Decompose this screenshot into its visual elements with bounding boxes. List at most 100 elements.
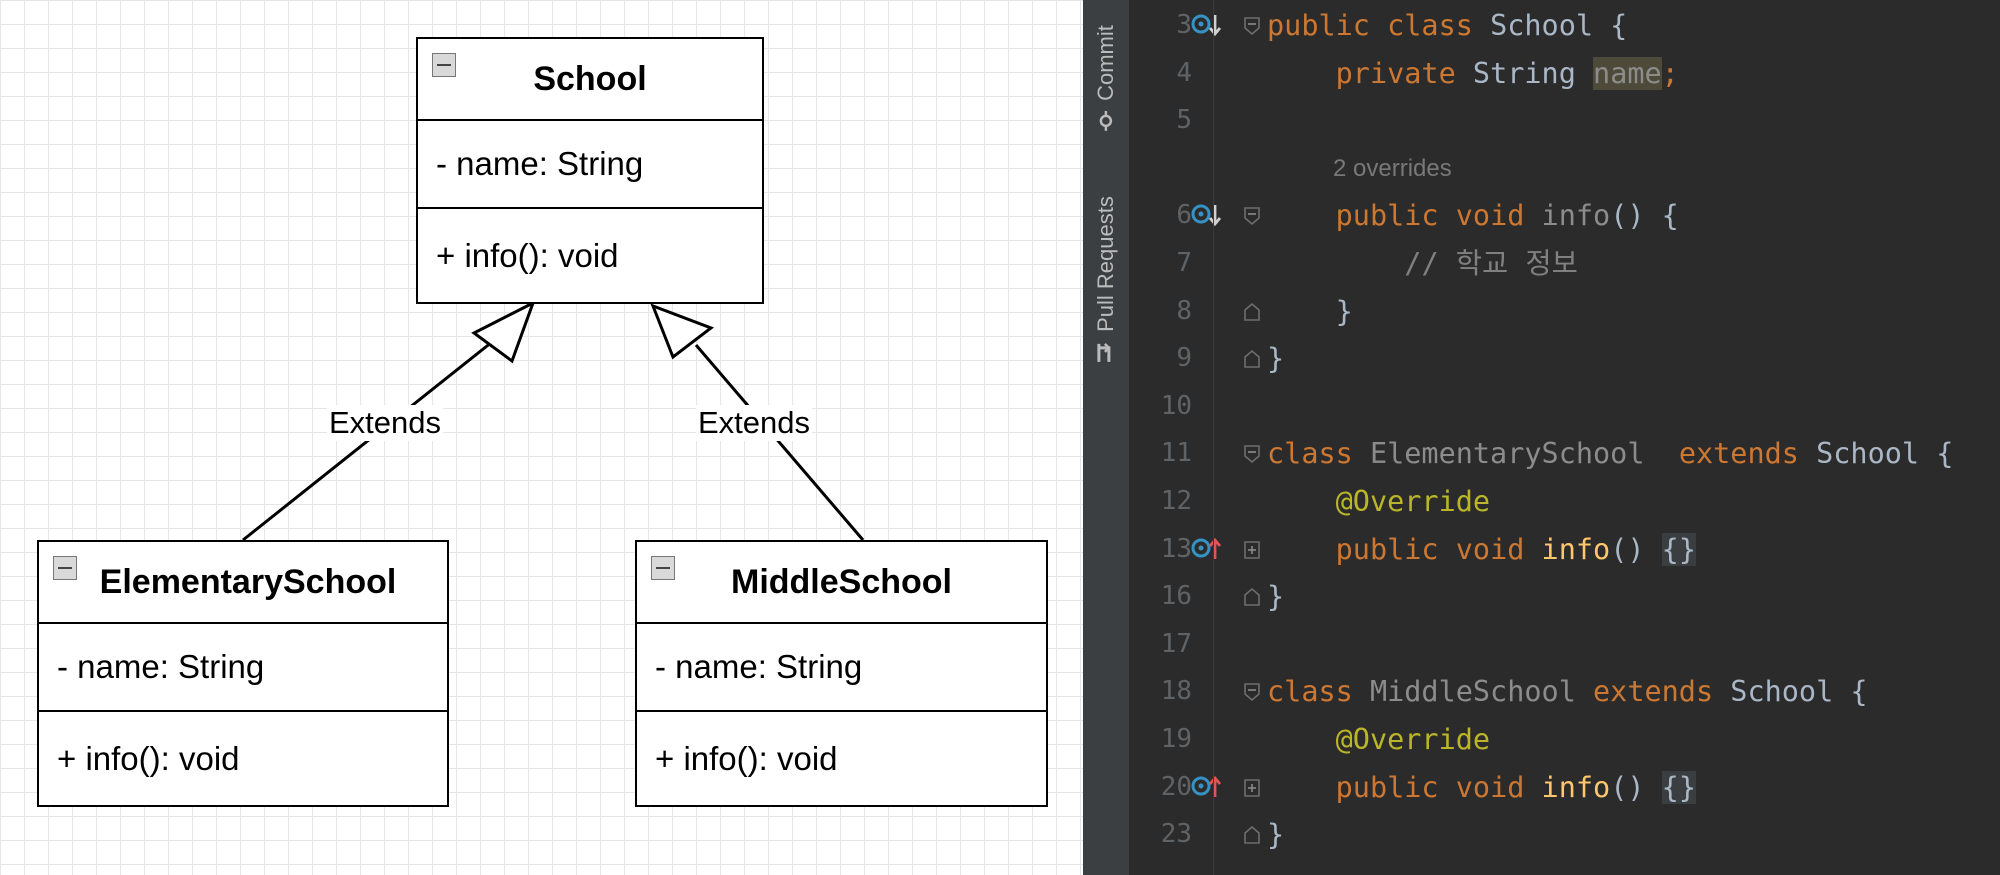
fold-icon[interactable] bbox=[1243, 825, 1261, 845]
overrides-method-icon[interactable] bbox=[1190, 773, 1224, 803]
class-attribute[interactable]: - name: String bbox=[39, 624, 447, 712]
line-number: 8 bbox=[1176, 295, 1192, 326]
code-token: School { bbox=[1730, 675, 1868, 709]
code-text[interactable]: } bbox=[1267, 335, 1284, 382]
fold-icon[interactable] bbox=[1243, 444, 1261, 464]
code-text[interactable]: public class School { bbox=[1267, 2, 1627, 49]
code-text[interactable]: } bbox=[1267, 288, 1353, 335]
code-token: ElementarySchool bbox=[1369, 437, 1679, 471]
code-line[interactable]: 13 public void info() {} bbox=[1130, 526, 2000, 573]
code-text[interactable]: private String name; bbox=[1267, 50, 1679, 97]
class-operation[interactable]: + info(): void bbox=[637, 712, 1046, 805]
code-line[interactable]: 12 @Override bbox=[1130, 478, 2000, 525]
code-text[interactable]: } bbox=[1267, 811, 1284, 858]
class-attribute[interactable]: - name: String bbox=[418, 121, 762, 209]
class-box-middle-school[interactable]: MiddleSchool - name: String + info(): vo… bbox=[635, 540, 1048, 807]
overrides-method-icon[interactable] bbox=[1190, 535, 1224, 565]
code-token: } bbox=[1267, 818, 1285, 852]
overrides-inlay-hint[interactable]: 2 overrides bbox=[1333, 145, 1452, 192]
code-line[interactable]: 17 bbox=[1130, 621, 2000, 668]
line-number: 19 bbox=[1160, 724, 1192, 754]
code-text[interactable]: class ElementarySchool extends School { bbox=[1267, 430, 1953, 477]
class-box-elementary-school[interactable]: ElementarySchool - name: String + info()… bbox=[37, 540, 449, 807]
code-text[interactable]: @Override bbox=[1267, 478, 1490, 525]
line-number: 5 bbox=[1176, 105, 1192, 136]
fold-icon[interactable] bbox=[1243, 16, 1261, 36]
code-text[interactable]: public void info() { bbox=[1267, 192, 1679, 239]
code-line[interactable]: 6 public void info() { bbox=[1130, 192, 2000, 239]
code-line[interactable]: 7 // 학교 정보 bbox=[1130, 240, 2000, 287]
fold-icon[interactable] bbox=[1243, 206, 1261, 226]
class-name: MiddleSchool bbox=[731, 562, 952, 601]
code-token: info bbox=[1541, 199, 1611, 233]
commit-icon bbox=[1099, 110, 1113, 131]
tab-label: Pull Requests bbox=[1093, 196, 1118, 332]
line-number: 16 bbox=[1160, 581, 1192, 612]
tab-commit[interactable]: Commit bbox=[1083, 10, 1129, 145]
is-overridden-icon[interactable] bbox=[1190, 201, 1224, 231]
gutter-separator bbox=[1213, 0, 1214, 875]
collapse-icon[interactable] bbox=[53, 556, 77, 580]
tool-window-strip: Commit Pull Requests bbox=[1083, 0, 1130, 875]
uml-diagram-canvas[interactable]: Extends Extends School - name: String + … bbox=[0, 0, 1083, 875]
code-token: String bbox=[1472, 56, 1594, 90]
tab-pull-requests[interactable]: Pull Requests bbox=[1083, 180, 1129, 380]
inlay-hint-row: 2 overrides bbox=[1130, 145, 2000, 192]
code-token: School { bbox=[1490, 9, 1628, 42]
collapse-icon[interactable] bbox=[651, 556, 675, 580]
code-line[interactable]: 18 class MiddleSchool extends School { bbox=[1130, 668, 2000, 715]
code-text[interactable]: public void info() {} bbox=[1267, 526, 1696, 573]
code-line[interactable]: 5 bbox=[1130, 97, 2000, 144]
collapse-icon[interactable] bbox=[432, 53, 456, 77]
code-token: extends bbox=[1593, 675, 1731, 709]
code-line[interactable]: 3 public class School { bbox=[1130, 2, 2000, 49]
is-overridden-icon[interactable] bbox=[1190, 11, 1224, 41]
code-token: public class bbox=[1267, 9, 1491, 42]
class-box-school[interactable]: School - name: String + info(): void bbox=[416, 37, 764, 304]
code-line[interactable]: 23} bbox=[1130, 811, 2000, 858]
code-line[interactable]: 20 public void info() {} bbox=[1130, 764, 2000, 811]
line-number: 10 bbox=[1160, 390, 1192, 421]
line-number: 20 bbox=[1160, 771, 1192, 802]
fold-icon[interactable] bbox=[1243, 682, 1261, 702]
code-line[interactable]: 4 private String name; bbox=[1130, 50, 2000, 97]
line-number: 7 bbox=[1176, 248, 1192, 278]
code-line[interactable]: 19 @Override bbox=[1130, 716, 2000, 763]
fold-icon[interactable] bbox=[1243, 349, 1261, 369]
code-token: School { bbox=[1816, 437, 1954, 471]
class-operation[interactable]: + info(): void bbox=[39, 712, 447, 805]
line-number: 13 bbox=[1160, 533, 1192, 564]
code-line[interactable]: 8 } bbox=[1130, 288, 2000, 335]
code-text[interactable]: class MiddleSchool extends School { bbox=[1267, 668, 1868, 715]
expand-fold-icon[interactable] bbox=[1243, 778, 1261, 798]
class-operation[interactable]: + info(): void bbox=[418, 209, 762, 302]
code-line[interactable]: 11 class ElementarySchool extends School … bbox=[1130, 430, 2000, 477]
class-header: School bbox=[418, 39, 762, 121]
code-line[interactable]: 16} bbox=[1130, 573, 2000, 620]
code-text[interactable]: public void info() {} bbox=[1267, 764, 1696, 811]
code-token: name bbox=[1593, 56, 1662, 90]
code-editor[interactable]: 3 public class School {4 private String n… bbox=[1130, 0, 2000, 875]
code-line[interactable]: 10 bbox=[1130, 383, 2000, 430]
fold-icon[interactable] bbox=[1243, 302, 1261, 322]
code-token: {} bbox=[1661, 770, 1696, 804]
code-text[interactable]: } bbox=[1267, 573, 1284, 620]
code-token: class bbox=[1267, 437, 1370, 471]
class-attribute[interactable]: - name: String bbox=[637, 624, 1046, 712]
code-text[interactable]: // 학교 정보 bbox=[1267, 240, 1578, 287]
code-token: public void bbox=[1335, 199, 1542, 233]
code-token: info bbox=[1541, 770, 1611, 804]
tab-label: Commit bbox=[1093, 24, 1118, 101]
fold-icon[interactable] bbox=[1243, 587, 1261, 607]
code-token: ; bbox=[1661, 56, 1679, 90]
expand-fold-icon[interactable] bbox=[1243, 540, 1261, 560]
code-line[interactable]: 9} bbox=[1130, 335, 2000, 382]
extends-edge-middle[interactable] bbox=[694, 344, 865, 541]
extends-label: Extends bbox=[696, 405, 813, 441]
generalization-arrowhead bbox=[650, 303, 715, 360]
code-text[interactable]: @Override bbox=[1267, 716, 1490, 763]
